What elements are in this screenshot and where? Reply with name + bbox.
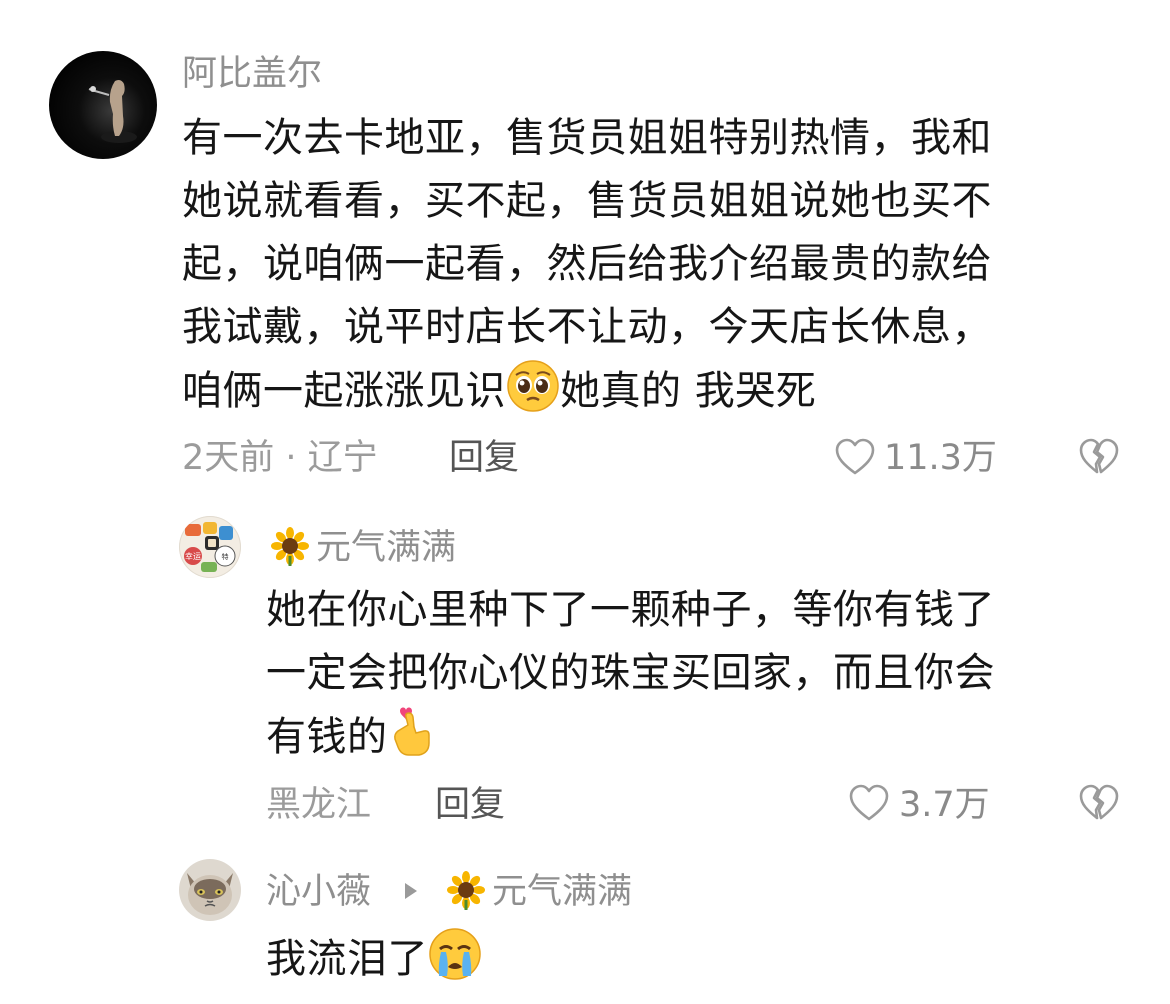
like-button[interactable] xyxy=(848,783,890,823)
comment-author-name[interactable]: 阿比盖尔 xyxy=(182,52,322,96)
avatar-sticker-image: 幸运 特 xyxy=(184,522,236,572)
sunflower-emoji xyxy=(270,526,310,566)
avatar-figure-image xyxy=(88,80,137,143)
svg-text:幸运: 幸运 xyxy=(185,552,201,561)
heart-hand-emoji xyxy=(388,705,436,778)
reply-line: 她在你心里种下了一颗种子，等你有钱了 xyxy=(266,587,995,633)
dislike-button[interactable] xyxy=(1078,437,1120,477)
reply-author-name[interactable]: 沁小薇 xyxy=(266,870,371,914)
comment-line-last: 咱俩一起涨涨见识 她真的 我哭死 xyxy=(182,359,1102,432)
like-button[interactable] xyxy=(834,437,876,477)
comment-line: 我试戴，说平时店长不让动，今天店长休息， xyxy=(182,304,992,350)
avatar[interactable] xyxy=(179,859,241,921)
crying-face-emoji xyxy=(428,927,482,1000)
comment-line: 她说就看看，买不起，售货员姐姐说她也买不 xyxy=(182,178,992,224)
pleading-face-emoji xyxy=(506,359,560,432)
reply-line: 一定会把你心仪的珠宝买回家，而且你会 xyxy=(266,650,995,696)
reply-line-last: 有钱的 xyxy=(266,705,1116,778)
reply-body[interactable]: 我流泪了 xyxy=(266,927,482,1000)
comment-line: 起，说咱俩一起看，然后给我介绍最贵的款给 xyxy=(182,241,992,287)
reply-arrow-icon xyxy=(402,880,420,902)
comment-time-location: 2天前 · 辽宁 xyxy=(182,438,378,478)
heart-icon xyxy=(849,784,889,821)
svg-text:特: 特 xyxy=(222,552,229,561)
like-count: 11.3万 xyxy=(884,438,997,478)
dislike-button[interactable] xyxy=(1078,783,1120,823)
avatar-cat-image xyxy=(187,873,233,915)
avatar[interactable] xyxy=(49,51,157,159)
avatar[interactable]: 幸运 特 xyxy=(179,516,241,578)
reply-author-name[interactable]: 元气满满 xyxy=(270,526,456,570)
reply-button[interactable]: 回复 xyxy=(449,436,519,480)
comment-body[interactable]: 有一次去卡地亚，售货员姐姐特别热情，我和 她说就看看，买不起，售货员姐姐说她也买… xyxy=(182,107,1102,432)
heart-icon xyxy=(835,438,875,475)
sunflower-emoji xyxy=(446,870,486,910)
reply-to-name[interactable]: 元气满满 xyxy=(446,870,632,914)
reply-body[interactable]: 她在你心里种下了一颗种子，等你有钱了 一定会把你心仪的珠宝买回家，而且你会 有钱… xyxy=(266,579,1116,778)
reply-location: 黑龙江 xyxy=(266,785,372,825)
comment-line: 有一次去卡地亚，售货员姐姐特别热情，我和 xyxy=(182,115,992,161)
like-count: 3.7万 xyxy=(899,785,990,825)
broken-heart-icon xyxy=(1079,784,1119,820)
broken-heart-icon xyxy=(1079,438,1119,474)
reply-button[interactable]: 回复 xyxy=(435,783,505,827)
